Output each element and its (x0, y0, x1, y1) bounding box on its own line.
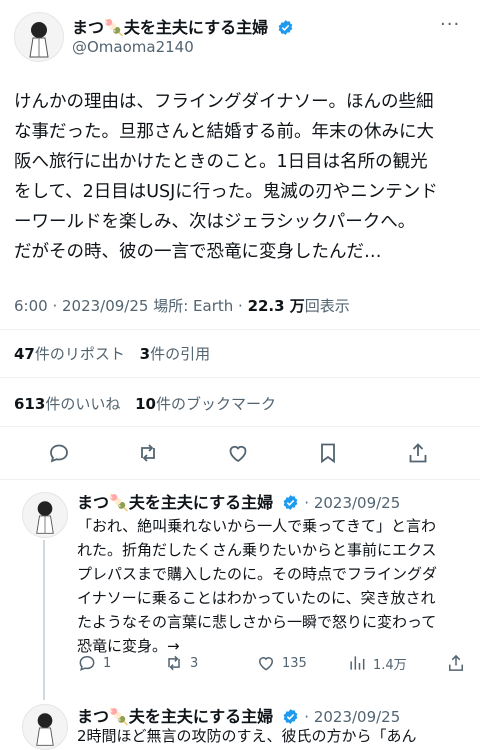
reply-replies-count: 1 (103, 655, 112, 671)
avatar-illustration (36, 713, 54, 746)
share-button[interactable] (406, 441, 430, 469)
views-label: 回表示 (304, 297, 350, 315)
author-handle[interactable]: @Omaoma2140 (72, 38, 194, 56)
avatar-illustration (36, 501, 54, 534)
share-icon (409, 443, 427, 463)
likes-count: 613 (14, 395, 46, 413)
retweet-icon (168, 655, 180, 671)
tweet-text-line: だがその時、彼の一言で恐竜に変身したんだ… (14, 242, 382, 262)
author-row: まつ🍡夫を主夫にする主婦 (72, 14, 294, 40)
retweets-stat[interactable]: 47件のリポスト (14, 345, 125, 363)
reply-text-line: 2時間ほど無言の攻防のすえ、彼氏の方から「あん (77, 727, 417, 745)
quotes-count: 3 (139, 345, 151, 363)
tweet-text-line: な事だった。旦那さんと結婚する前。年末の休みに大 (14, 122, 434, 142)
reply-retweets-count: 3 (190, 655, 199, 671)
divider (0, 377, 480, 378)
reply-avatar[interactable] (22, 704, 68, 750)
reply-text-line: れた。折角だしたくさん乗りたいからと事前にエクス (77, 541, 437, 559)
quotes-stat[interactable]: 3件の引用 (140, 345, 210, 363)
reply-like-button[interactable]: 135 (256, 653, 307, 673)
reply-text-line: イナソーに乗ることはわかっていたのに、突き放され (77, 589, 436, 607)
likes-label: 件のいいね (45, 395, 121, 413)
reply-likes-count: 135 (282, 655, 307, 671)
tweet-text-line: 阪へ旅行に出かけたときのこと。1日目は名所の観光 (14, 152, 428, 172)
bookmark-icon (321, 443, 335, 464)
tweet-meta: 6:00 · 2023/09/25 場所: Earth · 22.3 万回表示 (14, 295, 350, 316)
reply-views-count: 1.4万 (373, 657, 407, 673)
heart-icon (229, 445, 247, 463)
divider (0, 329, 480, 330)
thread-line (43, 540, 45, 700)
reply-icon (50, 444, 68, 463)
reply-icon (79, 655, 95, 671)
verified-badge-icon (282, 494, 299, 515)
like-bookmark-stats: 613件のいいね 10件のブックマーク (14, 393, 276, 414)
tweet-text-line: ーワールドを楽しみ、次はジェラシックパークへ。 (14, 212, 416, 232)
likes-stat[interactable]: 613件のいいね (14, 395, 120, 413)
reply-reply-button[interactable]: 1 (77, 653, 111, 673)
divider (0, 479, 480, 480)
like-button[interactable] (226, 441, 250, 469)
views-count: 22.3 万 (247, 297, 305, 315)
more-options-icon[interactable]: ··· (440, 14, 460, 35)
divider (0, 426, 480, 427)
reply-text-line: プレパスまで購入したのに。その時点でフライングダ (77, 565, 438, 583)
reply-text-line: たようなその言葉に悲しさから一瞬で怒りに変わって (77, 613, 437, 631)
retweet-icon (141, 444, 155, 462)
author-avatar[interactable] (14, 12, 64, 62)
verified-badge-icon (277, 19, 294, 40)
retweet-quote-stats: 47件のリポスト 3件の引用 (14, 343, 210, 364)
retweets-label: 件のリポスト (34, 345, 125, 363)
bookmarks-label: 件のブックマーク (155, 395, 276, 413)
reply-retweet-button[interactable]: 3 (164, 653, 198, 673)
tweet-text: けんかの理由は、フライングダイナソー。ほんの些細 な事だった。旦那さんと結婚する… (14, 87, 474, 267)
reply-text-line: 「おれ、絶叫乗れないから一人で乗ってきて」と言わ (77, 517, 436, 535)
reply-text: 「おれ、絶叫乗れないから一人で乗ってきて」と言わ れた。折角だしたくさん乗りたい… (77, 514, 477, 658)
tweet-text-line: をして、2日目はUSJに行った。鬼滅の刃やニンテンド (14, 182, 438, 202)
reply-avatar[interactable] (22, 492, 68, 538)
reply-author-name[interactable]: まつ🍡夫を主夫にする主婦 (77, 493, 273, 512)
bookmark-button[interactable] (316, 441, 340, 469)
bookmarks-stat[interactable]: 10件のブックマーク (135, 395, 276, 413)
reply-views-button[interactable]: 1.4万 (347, 653, 407, 673)
tweet-timestamp[interactable]: 6:00 · 2023/09/25 場所: Earth · (14, 297, 248, 315)
heart-icon (258, 657, 274, 671)
views-chart-icon (350, 656, 365, 670)
reply-share-button[interactable] (446, 653, 466, 677)
reply-date[interactable]: · 2023/09/25 (304, 494, 400, 512)
reply-button[interactable] (47, 441, 71, 469)
avatar-illustration (29, 22, 49, 58)
author-name[interactable]: まつ🍡夫を主夫にする主婦 (72, 18, 268, 37)
reply-header: まつ🍡夫を主夫にする主婦 · 2023/09/25 (77, 489, 400, 515)
bookmarks-count: 10 (135, 395, 156, 413)
tweet-text-line: けんかの理由は、フライングダイナソー。ほんの些細 (14, 92, 434, 112)
retweets-count: 47 (14, 345, 35, 363)
quotes-label: 件の引用 (150, 345, 211, 363)
share-icon (449, 654, 463, 671)
retweet-button[interactable] (136, 441, 160, 469)
